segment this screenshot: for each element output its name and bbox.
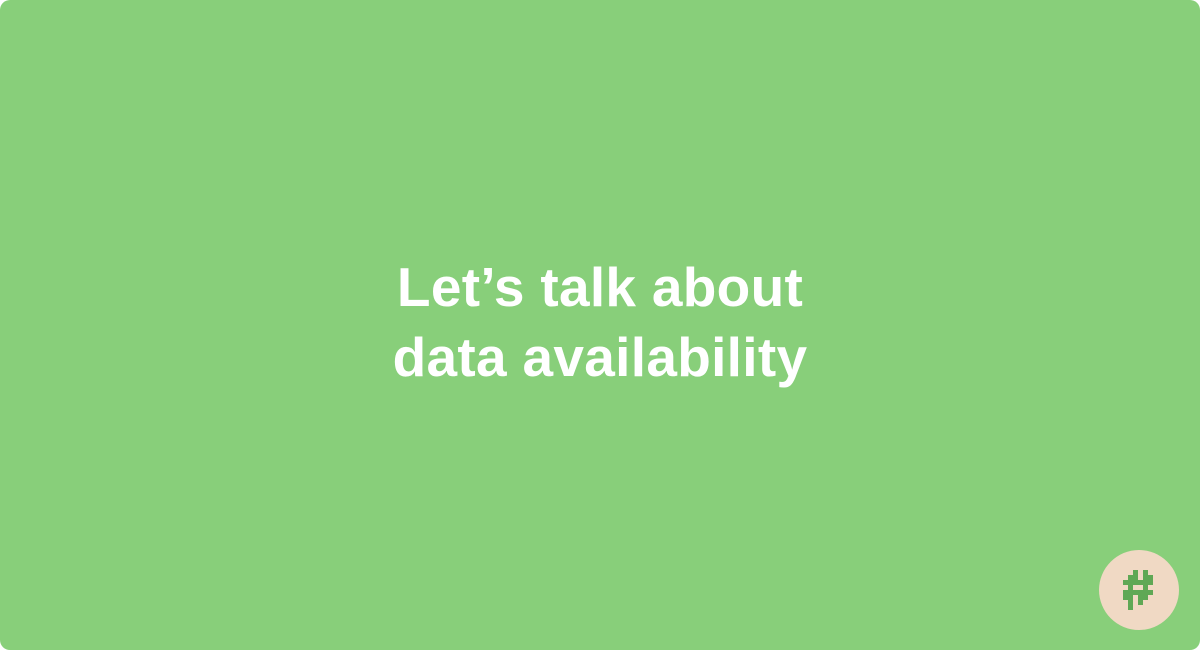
headline-line-2: data availability	[392, 326, 808, 388]
headline-line-1: Let’s talk about	[396, 256, 804, 318]
logo-badge	[1099, 550, 1179, 630]
headline: Let’s talk about data availability	[0, 252, 1200, 392]
banner-card: Let’s talk about data availability	[0, 0, 1200, 650]
pixel-hash-logo-icon	[1123, 570, 1153, 610]
